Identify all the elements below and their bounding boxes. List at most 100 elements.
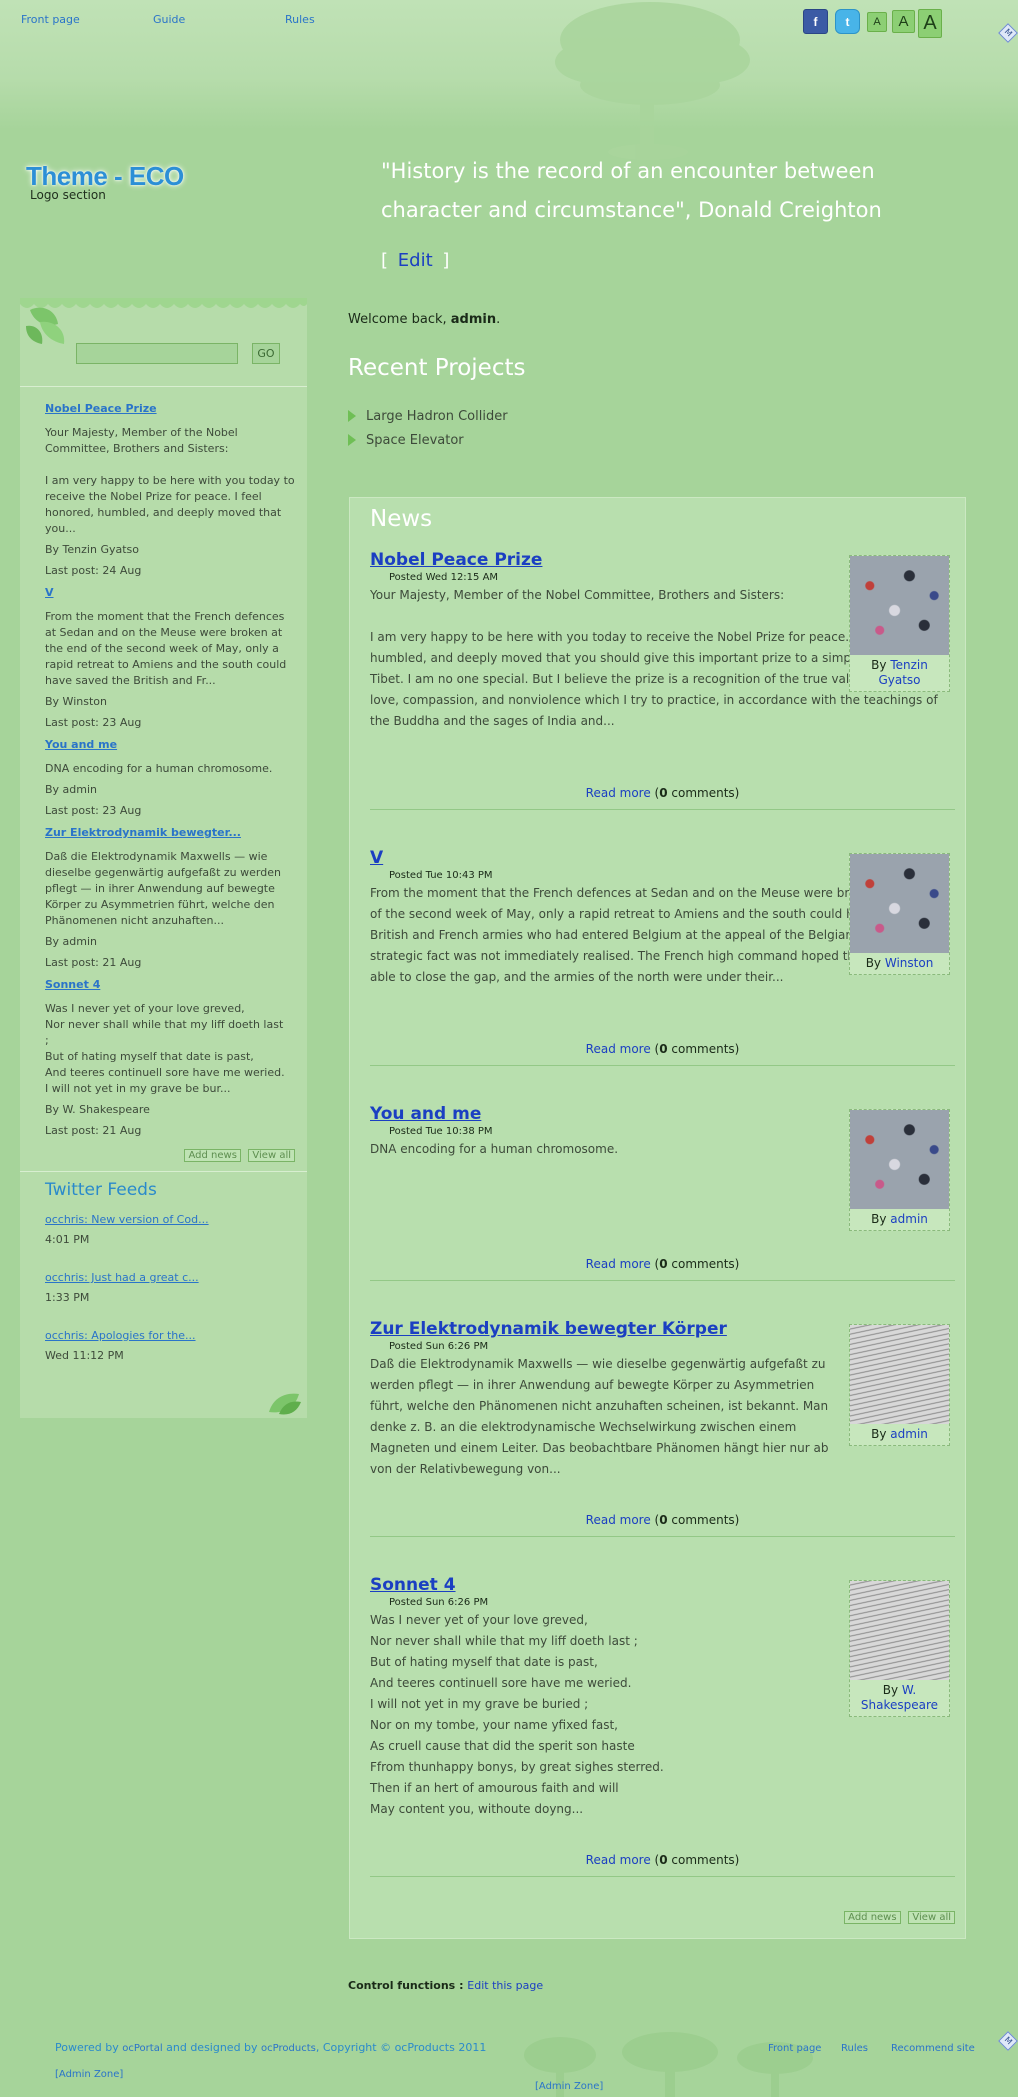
edit-link[interactable]: Edit <box>398 250 433 271</box>
sidebar-news-excerpt: Daß die Elektrodynamik Maxwells — wie di… <box>45 850 281 927</box>
sidebar-news-title[interactable]: V <box>45 585 295 601</box>
tweet-link[interactable]: occhris: New version of Cod... <box>45 1213 209 1226</box>
comments-count: 0 <box>659 1853 668 1867</box>
news-article: Zur Elektrodynamik bewegter Körper Poste… <box>370 1319 955 1480</box>
edit-bracket-open: [ <box>381 250 389 271</box>
byline-prefix: By <box>871 1212 887 1226</box>
comments-count: 0 <box>659 786 668 800</box>
sidebar-news-author: By admin <box>45 935 98 948</box>
font-size-medium-button[interactable]: A <box>892 10 915 33</box>
sidebar-news-title[interactable]: Zur Elektrodynamik bewegter... <box>45 825 295 841</box>
article-body-text: DNA encoding for a human chromosome. <box>370 1142 619 1156</box>
author-link[interactable]: admin <box>890 1212 928 1226</box>
author-link[interactable]: Tenzin Gyatso <box>878 658 927 687</box>
sidebar-news-title[interactable]: Nobel Peace Prize <box>45 401 295 417</box>
article-divider <box>370 1280 955 1281</box>
comments-close: comments) <box>667 1853 740 1867</box>
topnav-front-page[interactable]: Front page <box>21 13 80 26</box>
footer-designed-text: and designed by <box>162 2041 262 2054</box>
crowd-image[interactable] <box>850 556 949 655</box>
article-title[interactable]: V <box>370 848 383 868</box>
article-title[interactable]: You and me <box>370 1104 481 1124</box>
read-more-row: Read more (0 comments) <box>370 1853 955 1867</box>
sidebar-news-excerpt: Was I never yet of your love greved, Nor… <box>45 1002 285 1095</box>
news-title: News <box>370 506 433 532</box>
facebook-icon[interactable]: f <box>803 9 828 34</box>
tweet-link[interactable]: occhris: Just had a great c... <box>45 1271 199 1284</box>
header-quote: "History is the record of an encounter b… <box>381 159 882 222</box>
comments-count: 0 <box>659 1513 668 1527</box>
ocproducts-link[interactable]: ocProducts <box>261 2043 316 2054</box>
author-link[interactable]: admin <box>890 1427 928 1441</box>
news-article: V Posted Tue 10:43 PM By Winston From th… <box>370 848 955 988</box>
sidebar-news-date: Last post: 24 Aug <box>45 564 142 577</box>
article-title[interactable]: Nobel Peace Prize <box>370 550 542 570</box>
topnav-guide[interactable]: Guide <box>153 13 185 26</box>
sidebar-divider <box>20 386 307 387</box>
ocportal-link[interactable]: ocPortal <box>122 2043 162 2054</box>
crowd-image[interactable] <box>850 1110 949 1209</box>
add-news-button[interactable]: Add news <box>184 1149 241 1162</box>
welcome-prefix: Welcome back, <box>348 312 451 327</box>
topnav-rules[interactable]: Rules <box>285 13 315 26</box>
article-posted: Posted Wed 12:15 AM <box>389 572 499 583</box>
admin-zone-link[interactable]: [Admin Zone] <box>535 2081 603 2092</box>
arrow-right-icon <box>348 434 356 446</box>
search-go-button[interactable]: GO <box>252 343 280 364</box>
ocportal-corner-icon[interactable]: M <box>998 2031 1018 2051</box>
view-all-button[interactable]: View all <box>248 1149 295 1162</box>
article-posted: Posted Tue 10:43 PM <box>389 870 493 881</box>
read-more-link[interactable]: Read more <box>586 1513 651 1527</box>
add-news-button[interactable]: Add news <box>844 1911 901 1924</box>
crowd-image[interactable] <box>850 854 949 953</box>
comments-close: comments) <box>667 1513 740 1527</box>
font-size-small-button[interactable]: A <box>867 12 887 32</box>
comments-close: comments) <box>667 786 740 800</box>
footer-link-rules[interactable]: Rules <box>841 2043 868 2054</box>
font-size-large-button[interactable]: A <box>918 9 942 38</box>
read-more-link[interactable]: Read more <box>586 1257 651 1271</box>
article-title[interactable]: Zur Elektrodynamik bewegter Körper <box>370 1319 727 1339</box>
article-body-text: Was I never yet of your love greved, Nor… <box>370 1613 664 1816</box>
newspaper-image[interactable] <box>850 1581 949 1680</box>
article-divider <box>370 1876 955 1877</box>
footer-link-front-page[interactable]: Front page <box>768 2043 821 2054</box>
article-byline: By W. Shakespeare <box>850 1680 949 1716</box>
twitter-icon[interactable]: t <box>835 9 860 34</box>
tweet-link[interactable]: occhris: Apologies for the... <box>45 1329 196 1342</box>
read-more-row: Read more (0 comments) <box>370 786 955 800</box>
project-item[interactable]: Large Hadron Collider <box>348 409 508 424</box>
newspaper-image[interactable] <box>850 1325 949 1424</box>
edit-this-page-link[interactable]: Edit this page <box>467 1979 543 1992</box>
news-article: Sonnet 4 Posted Sun 6:26 PM By W. Shakes… <box>370 1575 955 1820</box>
search-input[interactable] <box>76 343 238 364</box>
sidebar-news-author: By Tenzin Gyatso <box>45 543 139 556</box>
footer-link-recommend-site[interactable]: Recommend site <box>891 2043 975 2054</box>
read-more-link[interactable]: Read more <box>586 1042 651 1056</box>
project-item[interactable]: Space Elevator <box>348 433 464 448</box>
sidebar-news-actions: Add news View all <box>45 1147 295 1164</box>
sidebar-news-item: Nobel Peace Prize Your Majesty, Member o… <box>45 401 295 579</box>
sidebar-news-author: By Winston <box>45 695 107 708</box>
read-more-link[interactable]: Read more <box>586 1853 651 1867</box>
edit-quote: [ Edit ] <box>381 250 449 271</box>
sidebar-news-list: Nobel Peace Prize Your Majesty, Member o… <box>45 401 295 1164</box>
sidebar: GO Nobel Peace Prize Your Majesty, Membe… <box>20 298 307 1418</box>
article-thumbnail-card: By W. Shakespeare <box>849 1580 950 1717</box>
article-divider <box>370 1536 955 1537</box>
sidebar-news-title[interactable]: You and me <box>45 737 295 753</box>
sidebar-news-item: You and me DNA encoding for a human chro… <box>45 737 295 819</box>
article-thumbnail-card: By admin <box>849 1109 950 1231</box>
comments-count: 0 <box>659 1042 668 1056</box>
article-title[interactable]: Sonnet 4 <box>370 1575 456 1595</box>
admin-zone-link[interactable]: [Admin Zone] <box>55 2069 123 2080</box>
author-link[interactable]: W. Shakespeare <box>861 1683 938 1712</box>
sidebar-news-title[interactable]: Sonnet 4 <box>45 977 295 993</box>
read-more-row: Read more (0 comments) <box>370 1513 955 1527</box>
author-link[interactable]: Winston <box>885 956 933 970</box>
article-thumbnail-card: By admin <box>849 1324 950 1446</box>
comments-close: comments) <box>667 1257 740 1271</box>
footer-copyright: , Copyright © ocProducts 2011 <box>315 2041 487 2054</box>
read-more-link[interactable]: Read more <box>586 786 651 800</box>
view-all-button[interactable]: View all <box>908 1911 955 1924</box>
